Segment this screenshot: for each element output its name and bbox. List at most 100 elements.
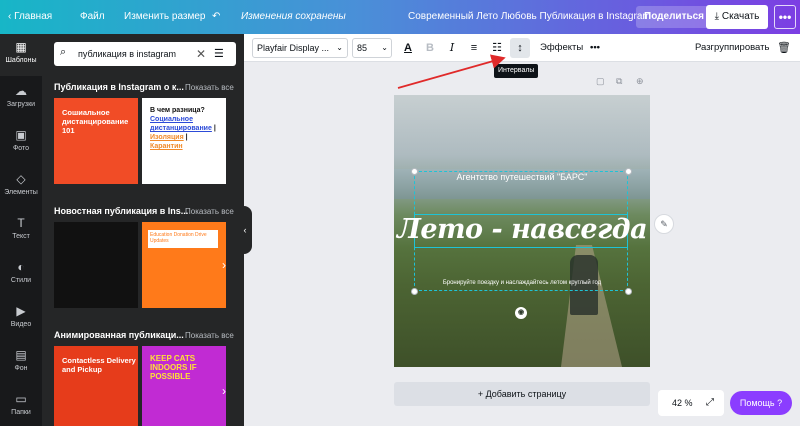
chevron-down-icon: ⌄ bbox=[381, 43, 388, 52]
resize-button[interactable]: Изменить размер bbox=[124, 0, 205, 34]
zoom-control[interactable]: 42 % ⤢ bbox=[658, 390, 724, 416]
thumb-text: Сошиальное дистанцирование 101 bbox=[62, 108, 129, 135]
resize-handle[interactable] bbox=[411, 288, 418, 295]
thumb-text: В чем разница? Социальное дистанцировани… bbox=[150, 107, 216, 150]
effects-button[interactable]: Эффекты bbox=[540, 38, 583, 58]
rail-item-photos[interactable]: ▣ Фото bbox=[0, 122, 42, 164]
text-toolbar: Playfair Display ... ⌄ 85 ⌄ A B I ≡ ☷ ↕ … bbox=[244, 34, 800, 62]
clear-icon[interactable]: ✕ bbox=[196, 42, 206, 66]
comment-icon[interactable]: ✎ bbox=[654, 214, 674, 234]
rail-label: Текст bbox=[12, 233, 30, 240]
show-all-link[interactable]: Показать все bbox=[185, 83, 234, 92]
duplicate-icon[interactable]: ⧉ bbox=[616, 76, 622, 87]
rail-item-uploads[interactable]: ☁ Загрузки bbox=[0, 78, 42, 120]
template-thumb[interactable]: Сошиальное дистанцирование 101 bbox=[54, 98, 138, 184]
font-size-value: 85 bbox=[357, 43, 368, 53]
text-icon: T bbox=[17, 216, 25, 230]
list-icon[interactable]: ☷ bbox=[487, 38, 507, 58]
download-icon: ⤓ bbox=[714, 11, 720, 22]
fullscreen-icon[interactable]: ⤢ bbox=[706, 390, 714, 416]
italic-icon[interactable]: I bbox=[442, 38, 462, 58]
camera-icon: ▣ bbox=[15, 128, 27, 142]
rail-item-video[interactable]: ▶ Видео bbox=[0, 298, 42, 340]
thumb-text: Contactless Delivery and Pickup bbox=[62, 356, 136, 374]
share-button[interactable]: Поделиться bbox=[636, 6, 713, 28]
undo-icon[interactable]: ↶ bbox=[212, 0, 220, 34]
search-input[interactable]: публикация в instagram bbox=[78, 42, 176, 66]
thumb-line: В чем разница? bbox=[150, 107, 205, 114]
rail-label: Элементы bbox=[4, 189, 38, 196]
rail-item-text[interactable]: T Текст bbox=[0, 210, 42, 252]
thumb-line: Изоляция bbox=[150, 134, 184, 141]
chevron-right-icon[interactable]: › bbox=[222, 258, 226, 272]
resize-handle[interactable] bbox=[625, 288, 632, 295]
rail-item-elements[interactable]: ◇ Элементы bbox=[0, 166, 42, 208]
background-icon: ▤ bbox=[15, 348, 27, 362]
align-center-icon[interactable]: ≡ bbox=[464, 38, 484, 58]
folder-icon: ▭ bbox=[15, 392, 27, 406]
thumb-line: Карантин bbox=[150, 143, 183, 150]
collapse-panel-button[interactable]: ‹ bbox=[238, 206, 252, 254]
more-tools-button[interactable]: ••• bbox=[590, 38, 600, 58]
spacing-icon[interactable]: ↕ bbox=[510, 38, 530, 58]
search-icon: ⌕ bbox=[60, 46, 67, 58]
help-button[interactable]: Помощь ? bbox=[730, 391, 792, 415]
rail-label: Фон bbox=[14, 365, 28, 372]
section-title: Новостная публикация в Ins... bbox=[54, 206, 189, 216]
rail-label: Шаблоны bbox=[5, 57, 37, 64]
ungroup-button[interactable]: Разгруппировать bbox=[695, 38, 769, 58]
thumb-line: Социальное дистанцирование bbox=[150, 116, 212, 132]
thumb-text: Education Donation Drive Updates bbox=[148, 230, 218, 248]
shapes-icon: ◇ bbox=[16, 172, 26, 186]
font-size-select[interactable]: 85 ⌄ bbox=[352, 38, 392, 58]
palette-icon: ◐ bbox=[17, 260, 25, 274]
font-family-value: Playfair Display ... bbox=[257, 43, 330, 53]
agency-text[interactable]: Агентство путешествий "БАРС" bbox=[394, 172, 650, 182]
template-thumb[interactable]: Education Donation Drive Updates bbox=[142, 222, 226, 308]
show-all-link[interactable]: Показать все bbox=[185, 331, 234, 340]
template-search[interactable]: ⌕ публикация в instagram ✕ ☰ bbox=[54, 42, 236, 66]
section-title: Анимированная публикаци... bbox=[54, 330, 184, 340]
section-title: Публикация в Instagram о к... bbox=[54, 82, 184, 92]
rail-label: Папки bbox=[11, 409, 31, 416]
spacing-tooltip: Интервалы bbox=[494, 64, 539, 78]
add-page-icon[interactable]: ⊕ bbox=[636, 76, 644, 87]
rail-item-background[interactable]: ▤ Фон bbox=[0, 342, 42, 384]
chevron-right-icon[interactable]: › bbox=[222, 132, 226, 146]
home-label: Главная bbox=[14, 11, 53, 22]
video-icon: ▶ bbox=[16, 304, 26, 318]
filter-icon[interactable]: ☰ bbox=[214, 42, 224, 66]
templates-panel: ⌕ публикация в instagram ✕ ☰ Публикация … bbox=[42, 34, 244, 426]
template-thumb[interactable]: Contactless Delivery and Pickup bbox=[54, 346, 138, 426]
chevron-right-icon[interactable]: › bbox=[222, 384, 226, 398]
text-color-icon[interactable]: A bbox=[398, 38, 418, 58]
note-icon[interactable]: ▢ bbox=[596, 76, 605, 87]
top-bar: ‹ Главная Файл Изменить размер ↶ Изменен… bbox=[0, 0, 800, 34]
document-title[interactable]: Современный Лето Любовь Публикация в Ins… bbox=[408, 0, 651, 34]
show-all-link[interactable]: Показать все bbox=[185, 207, 234, 216]
rail-label: Загрузки bbox=[6, 101, 36, 108]
add-page-button[interactable]: + Добавить страницу bbox=[394, 382, 650, 406]
rail-item-styles[interactable]: ◐ Стили bbox=[0, 254, 42, 296]
template-thumb[interactable] bbox=[54, 222, 138, 308]
bold-icon[interactable]: B bbox=[420, 38, 440, 58]
font-family-select[interactable]: Playfair Display ... ⌄ bbox=[252, 38, 348, 58]
trash-icon[interactable]: 🗑 bbox=[774, 38, 794, 58]
side-rail: ▦ Шаблоны ☁ Загрузки ▣ Фото ◇ Элементы T… bbox=[0, 34, 42, 426]
template-thumb[interactable]: В чем разница? Социальное дистанцировани… bbox=[142, 98, 226, 184]
template-thumb[interactable]: KEEP CATS INDOORS IF POSSIBLE bbox=[142, 346, 226, 426]
thumb-text: KEEP CATS INDOORS IF POSSIBLE bbox=[150, 354, 197, 381]
rail-item-folders[interactable]: ▭ Папки bbox=[0, 386, 42, 426]
download-label: Скачать bbox=[721, 11, 760, 22]
logo-icon[interactable]: ◉ bbox=[515, 307, 527, 319]
file-menu[interactable]: Файл bbox=[80, 0, 105, 34]
headline-text[interactable]: Лето - навсегда bbox=[394, 214, 650, 245]
cloud-upload-icon: ☁ bbox=[15, 84, 27, 98]
rail-item-templates[interactable]: ▦ Шаблоны bbox=[0, 34, 42, 76]
zoom-value: 42 % bbox=[672, 398, 693, 408]
more-options-button[interactable]: ••• bbox=[774, 5, 796, 29]
grid-icon: ▦ bbox=[15, 40, 27, 54]
home-button[interactable]: ‹ Главная bbox=[8, 0, 52, 34]
subtext[interactable]: Бронируйте поездку и наслаждайтесь летом… bbox=[434, 279, 610, 287]
download-button[interactable]: ⤓ Скачать bbox=[706, 5, 768, 29]
